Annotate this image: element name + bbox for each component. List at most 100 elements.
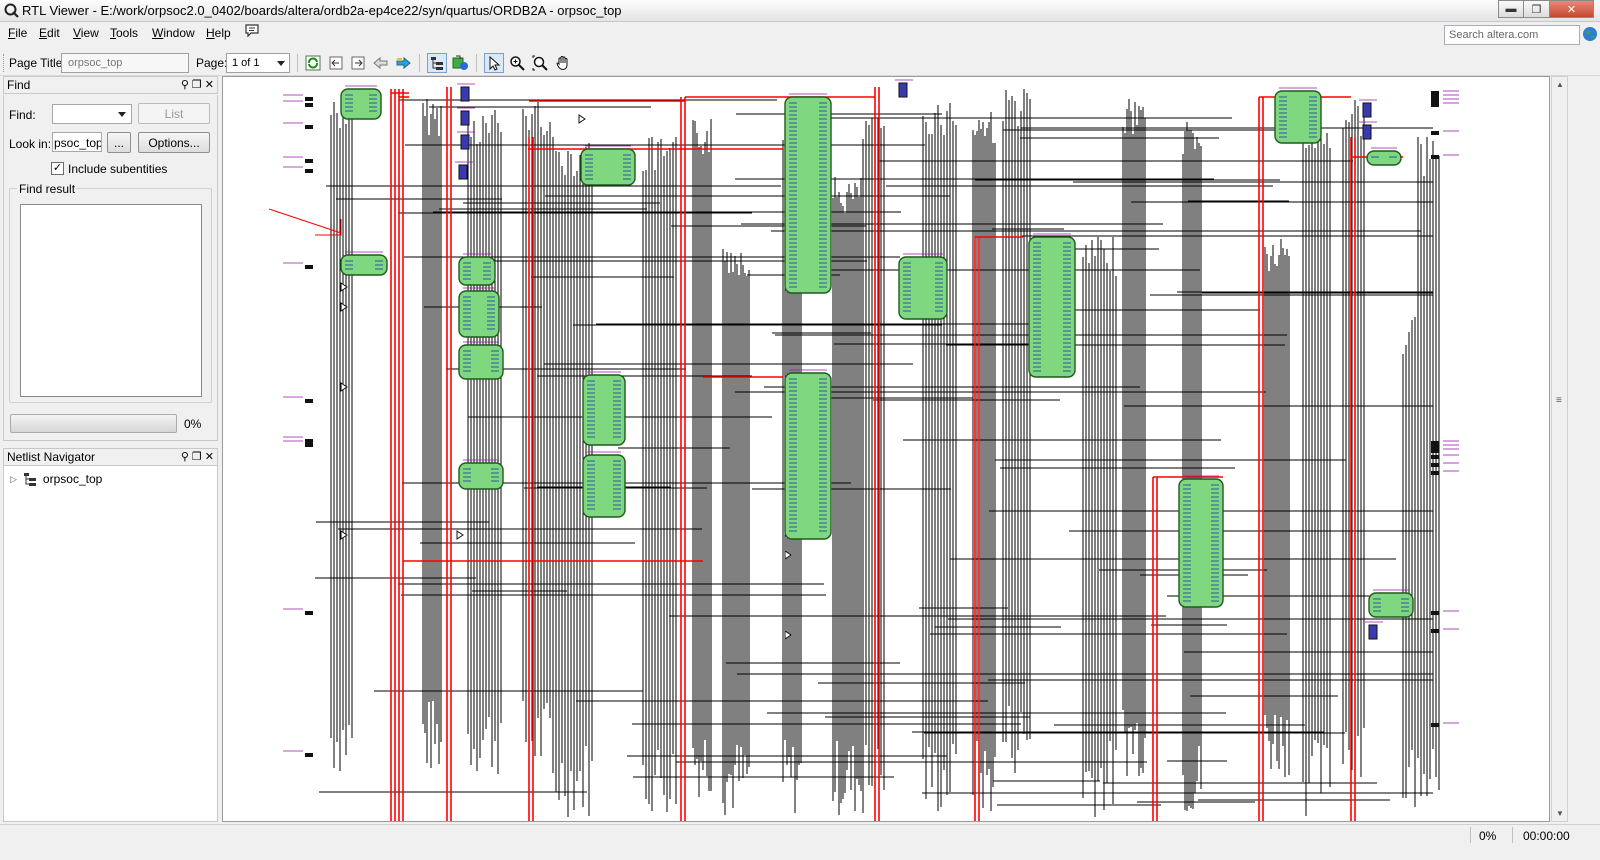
page-select[interactable]: 1 of 1 bbox=[226, 53, 290, 73]
output-pin bbox=[1431, 611, 1439, 615]
scroll-thumb-grip-icon[interactable]: ≡ bbox=[1556, 395, 1562, 406]
close-window-button[interactable]: ✕ bbox=[1550, 0, 1594, 18]
logic-gate-symbol bbox=[784, 550, 792, 560]
pointer-icon bbox=[489, 55, 501, 71]
hierarchy-view-button[interactable] bbox=[427, 53, 447, 73]
rtl-module-block bbox=[1368, 592, 1414, 618]
float-panel-icon[interactable]: ❐ bbox=[192, 450, 202, 463]
menu-help[interactable]: Help bbox=[206, 26, 231, 40]
tree-item-orpsoc-top[interactable]: ▷ orpsoc_top bbox=[10, 472, 102, 486]
menu-window[interactable]: Window bbox=[152, 26, 195, 40]
zoom-fit-icon bbox=[532, 55, 548, 71]
window-title: RTL Viewer - E:/work/orpsoc2.0_0402/boar… bbox=[22, 3, 622, 18]
previous-page-icon bbox=[373, 56, 388, 70]
go-back-button[interactable] bbox=[326, 53, 346, 73]
find-combo[interactable] bbox=[52, 104, 132, 124]
expand-arrow-icon[interactable]: ▷ bbox=[10, 474, 17, 485]
output-pin bbox=[1431, 155, 1439, 159]
output-pin bbox=[1431, 449, 1439, 453]
selection-tool-button[interactable] bbox=[484, 53, 504, 73]
page-title-field[interactable]: orpsoc_top bbox=[61, 53, 189, 73]
logic-gate-symbol bbox=[784, 630, 792, 640]
rtl-module-block bbox=[458, 462, 504, 490]
input-pin bbox=[305, 611, 313, 615]
red-annotation-mark bbox=[268, 208, 342, 236]
close-panel-icon[interactable]: ✕ bbox=[205, 450, 214, 463]
previous-page-button[interactable] bbox=[371, 53, 391, 73]
back-page-icon bbox=[329, 56, 343, 70]
status-divider bbox=[1470, 827, 1471, 843]
output-pin bbox=[1431, 471, 1439, 475]
input-pin bbox=[305, 169, 313, 173]
toolbar-grip[interactable] bbox=[3, 54, 6, 72]
find-progress-text: 0% bbox=[184, 417, 202, 431]
rtl-module-block bbox=[784, 372, 832, 540]
netlist-filter-button[interactable] bbox=[450, 53, 470, 73]
output-pin bbox=[1431, 629, 1439, 633]
output-pin bbox=[1431, 445, 1439, 449]
include-subentities-checkbox[interactable]: ✓ bbox=[51, 162, 64, 175]
output-pin bbox=[1431, 103, 1439, 107]
pin-icon[interactable]: ⚲ bbox=[181, 450, 189, 463]
menu-edit[interactable]: Edit bbox=[39, 26, 60, 40]
rtl-module-block bbox=[340, 88, 382, 120]
rtl-schematic-canvas[interactable] bbox=[222, 76, 1550, 822]
next-page-icon bbox=[396, 56, 411, 70]
next-page-button[interactable] bbox=[393, 53, 413, 73]
feedback-icon[interactable] bbox=[244, 24, 260, 38]
refresh-icon bbox=[305, 55, 321, 71]
chevron-down-icon bbox=[118, 112, 126, 117]
go-forward-button[interactable] bbox=[348, 53, 368, 73]
options-button[interactable]: Options... bbox=[138, 132, 210, 153]
scroll-up-icon[interactable]: ▲ bbox=[1556, 80, 1564, 89]
input-pin bbox=[305, 125, 313, 129]
menu-tools[interactable]: Tools bbox=[110, 26, 138, 40]
fit-window-button[interactable] bbox=[530, 53, 550, 73]
float-panel-icon[interactable]: ❐ bbox=[192, 78, 202, 91]
find-panel: Find: List Look in: psoc_top ... Options… bbox=[3, 95, 218, 441]
zoom-tool-button[interactable] bbox=[507, 53, 527, 73]
minimize-button[interactable]: ▬ bbox=[1498, 0, 1524, 18]
rtl-module-block bbox=[898, 256, 948, 320]
register-symbol bbox=[460, 110, 470, 126]
rtl-module-block bbox=[582, 374, 626, 446]
status-progress: 0% bbox=[1479, 829, 1497, 843]
list-button[interactable]: List bbox=[138, 103, 210, 124]
find-progress-bar bbox=[10, 414, 177, 433]
hand-tool-button[interactable] bbox=[553, 53, 573, 73]
output-pin bbox=[1431, 441, 1439, 445]
status-bar: 0% 00:00:00 bbox=[0, 824, 1600, 860]
toolbar-separator bbox=[476, 54, 477, 72]
logic-gate-symbol bbox=[578, 114, 586, 124]
input-pin bbox=[305, 399, 313, 403]
refresh-button[interactable] bbox=[303, 53, 323, 73]
rtl-module-block bbox=[1366, 150, 1402, 166]
find-result-list[interactable] bbox=[20, 204, 202, 397]
register-symbol bbox=[458, 164, 468, 180]
browse-button[interactable]: ... bbox=[107, 132, 131, 153]
find-label: Find: bbox=[9, 108, 36, 122]
vertical-scrollbar[interactable]: ▲ ≡ ▼ bbox=[1551, 76, 1568, 822]
output-pin bbox=[1431, 455, 1439, 459]
chevron-down-icon bbox=[277, 61, 285, 66]
find-panel-header: Find ⚲ ❐ ✕ bbox=[3, 76, 218, 94]
look-in-field[interactable]: psoc_top bbox=[52, 132, 102, 152]
toolbar-separator bbox=[297, 54, 298, 72]
pin-icon[interactable]: ⚲ bbox=[181, 78, 189, 91]
maximize-button[interactable]: ❐ bbox=[1524, 0, 1550, 18]
netlist-navigator-header: Netlist Navigator ⚲ ❐ ✕ bbox=[3, 448, 218, 466]
register-symbol bbox=[1362, 124, 1372, 140]
menu-view[interactable]: View bbox=[73, 26, 99, 40]
menu-bar: File Edit View Tools Window Help bbox=[0, 22, 1600, 44]
menu-file[interactable]: File bbox=[8, 26, 27, 40]
altera-search-input[interactable]: Search altera.com bbox=[1444, 25, 1580, 45]
scroll-down-icon[interactable]: ▼ bbox=[1556, 809, 1564, 818]
page-select-value: 1 of 1 bbox=[232, 57, 260, 69]
close-panel-icon[interactable]: ✕ bbox=[205, 78, 214, 91]
window-controls: ▬ ❐ ✕ bbox=[1498, 0, 1594, 19]
find-panel-title: Find bbox=[7, 78, 31, 92]
globe-icon[interactable] bbox=[1582, 26, 1598, 42]
tree-item-label: orpsoc_top bbox=[42, 472, 103, 486]
input-pin bbox=[305, 265, 313, 269]
rtl-module-block bbox=[458, 290, 500, 338]
